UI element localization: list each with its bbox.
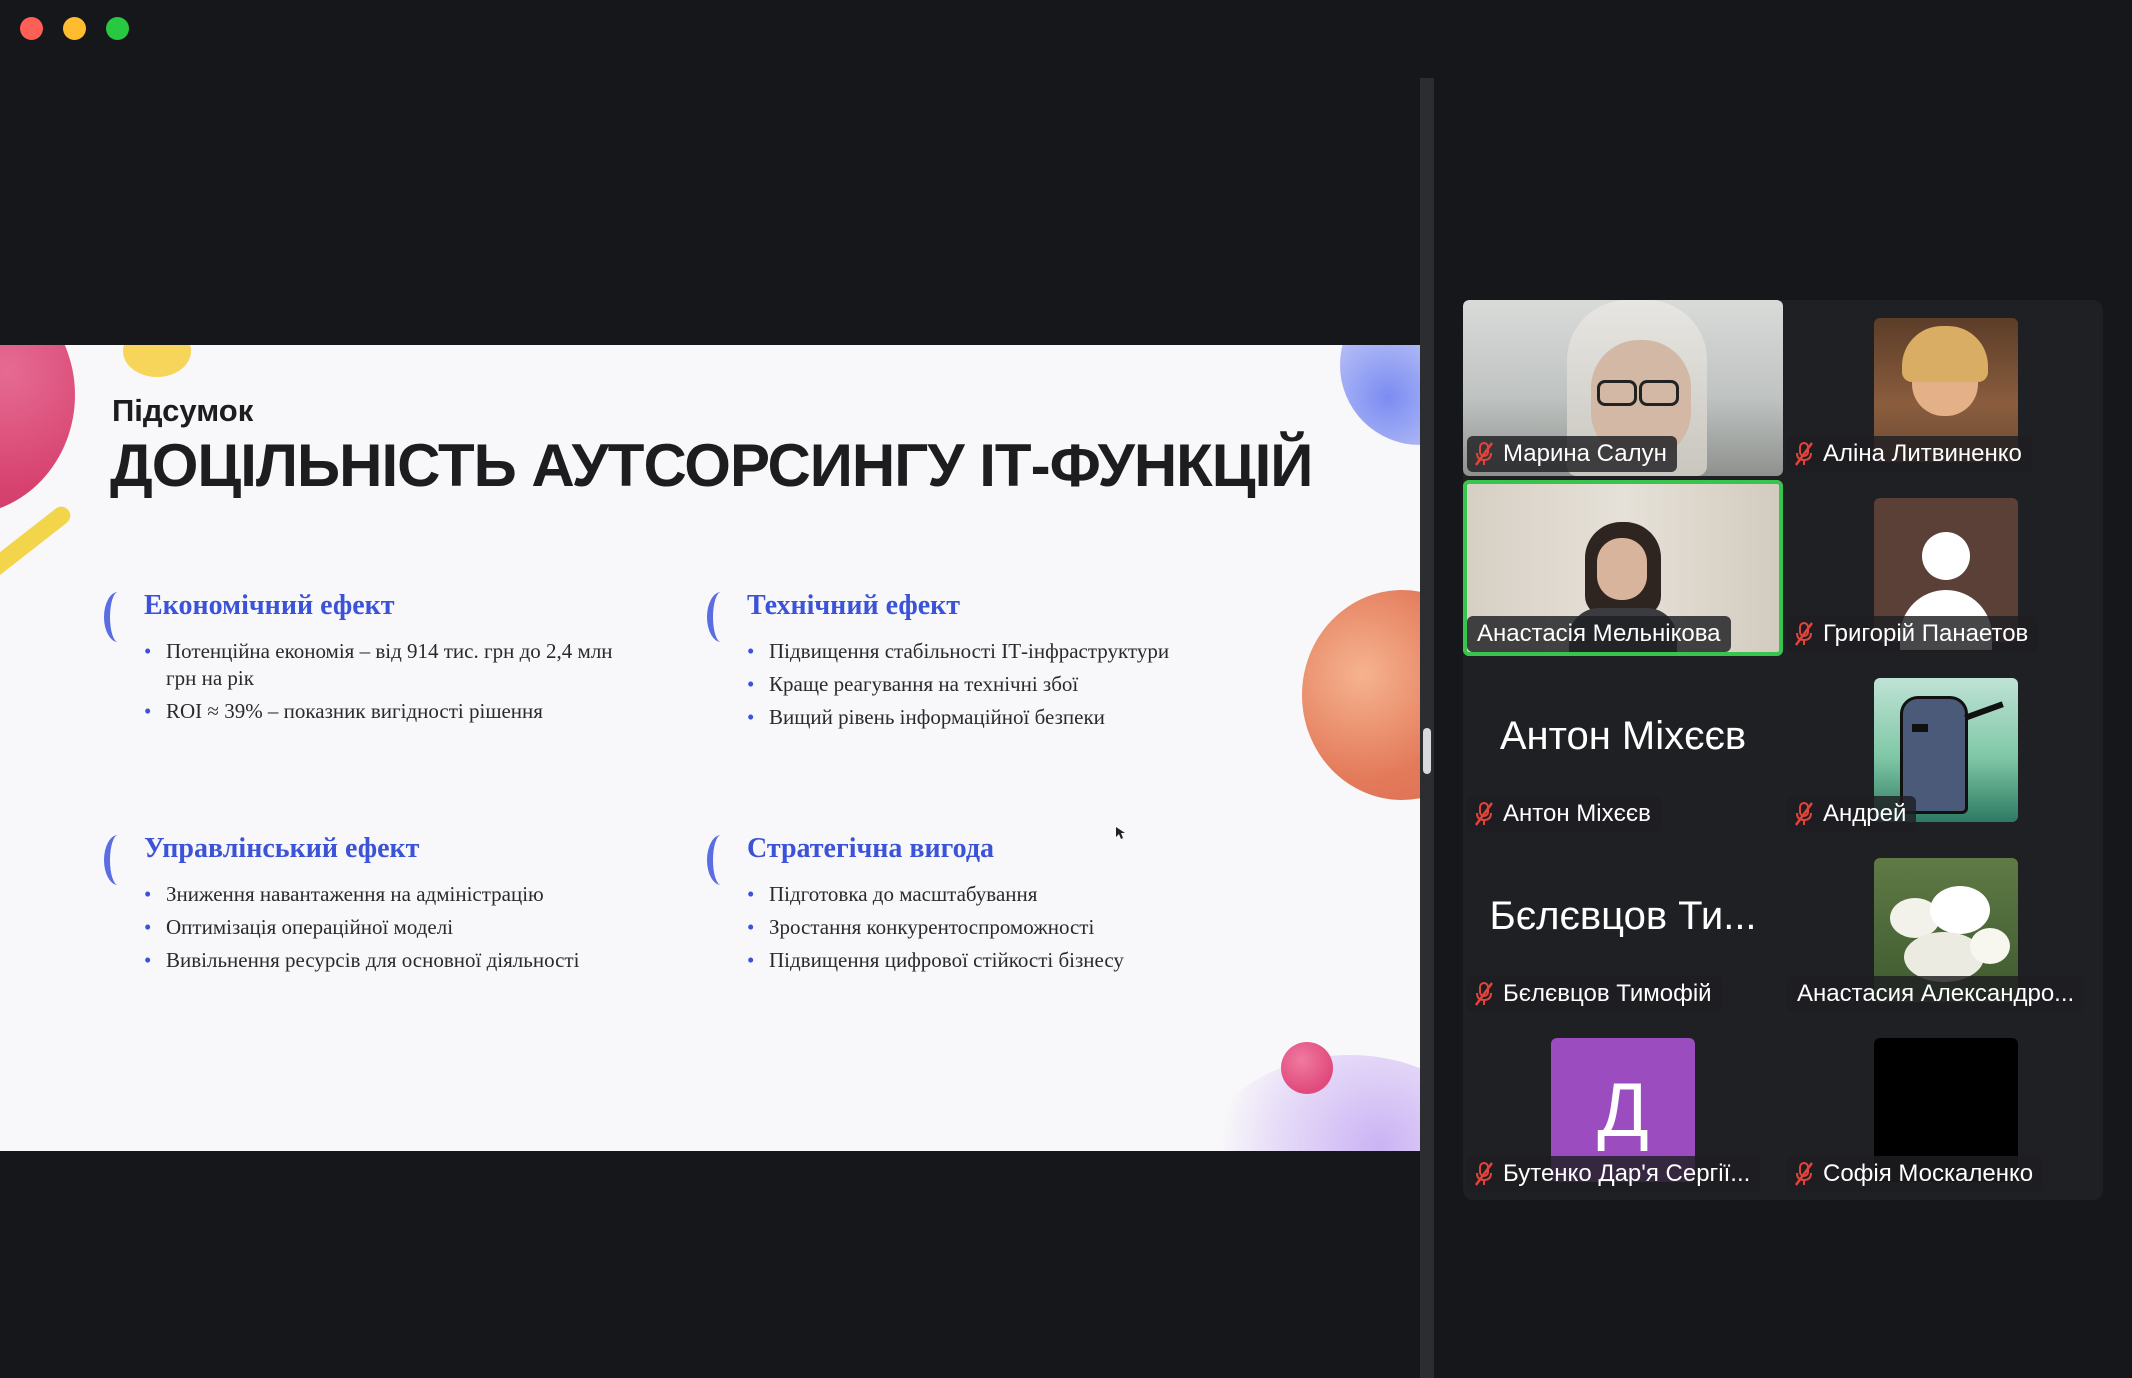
section-heading: Управлінський ефект (144, 833, 420, 864)
participant-name: Анастасія Мельнікова (1477, 620, 1721, 647)
list-item: Зростання конкурентоспроможності (747, 914, 1275, 941)
mouse-cursor-icon (1116, 827, 1125, 839)
close-window-button[interactable] (20, 17, 43, 40)
mic-off-icon (1793, 441, 1815, 467)
section-list: Зниження навантаження на адміністрацію О… (112, 881, 672, 974)
participant-name: Софія Москаленко (1823, 1160, 2034, 1187)
participant-name-tag: Марина Салун (1467, 436, 1677, 472)
slide-title: ДОЦІЛЬНІСТЬ АУТСОРСИНГУ ІТ-ФУНКЦІЙ (110, 432, 1313, 499)
mic-off-icon (1793, 621, 1815, 647)
bracket-icon (707, 835, 735, 885)
minimize-window-button[interactable] (63, 17, 86, 40)
decorative-shape (1340, 345, 1420, 445)
participant-name: Анастасия Александро... (1797, 980, 2075, 1007)
participant-name: Бєлєвцов Тимофій (1503, 980, 1712, 1007)
section-heading: Стратегічна вигода (747, 833, 995, 864)
shared-screen-slide: Підсумок ДОЦІЛЬНІСТЬ АУТСОРСИНГУ ІТ-ФУНК… (0, 345, 1420, 1151)
participant-big-label: Бєлєвцов Ти... (1489, 894, 1757, 938)
list-item: Вивільнення ресурсів для основної діяльн… (144, 947, 672, 974)
list-item: Краще реагування на технічні збої (747, 671, 1275, 698)
section-list: Підвищення стабільності ІТ-інфраструктур… (715, 638, 1275, 731)
participant-name-tag: Софія Москаленко (1787, 1156, 2044, 1192)
bracket-icon (104, 592, 132, 642)
list-item: Оптимізація операційної моделі (144, 914, 672, 941)
participant-tile-anton-mikheiev[interactable]: Антон Міхєєв Антон Міхєєв (1463, 660, 1783, 836)
list-item: Зниження навантаження на адміністрацію (144, 881, 672, 908)
meeting-window: Підсумок ДОЦІЛЬНІСТЬ АУТСОРСИНГУ ІТ-ФУНК… (0, 0, 2132, 1378)
section-economic: Економічний ефект Потенційна економія – … (104, 590, 672, 731)
panel-resize-handle[interactable] (1423, 728, 1431, 774)
list-item: Підвищення стабільності ІТ-інфраструктур… (747, 638, 1275, 665)
participant-name: Марина Салун (1503, 440, 1667, 467)
participant-tile-hryhorii-panaetov[interactable]: Григорій Панаетов (1783, 480, 2103, 656)
participant-name-tag: Анастасія Мельнікова (1467, 616, 1731, 652)
section-technical: Технічний ефект Підвищення стабільності … (707, 590, 1275, 737)
participant-name: Бутенко Дар'я Сергії... (1503, 1160, 1751, 1187)
window-controls (20, 17, 129, 40)
participant-gallery: Марина Салун Аліна Литвиненко Анастасія … (1463, 300, 2103, 1200)
section-list: Підготовка до масштабування Зростання ко… (715, 881, 1275, 974)
zoom-window-button[interactable] (106, 17, 129, 40)
bracket-icon (104, 835, 132, 885)
section-heading: Економічний ефект (144, 590, 395, 621)
decorative-shape (123, 345, 191, 377)
mic-off-icon (1473, 441, 1495, 467)
participant-name: Антон Міхєєв (1503, 800, 1651, 827)
section-list: Потенційна економія – від 914 тис. грн д… (112, 638, 672, 725)
mic-off-icon (1473, 1161, 1495, 1187)
section-management: Управлінський ефект Зниження навантаженн… (104, 833, 672, 980)
section-strategic: Стратегічна вигода Підготовка до масштаб… (707, 833, 1275, 980)
section-heading: Технічний ефект (747, 590, 961, 621)
participant-tile-bielievtsov-tymofii[interactable]: Бєлєвцов Ти... Бєлєвцов Тимофій (1463, 840, 1783, 1016)
decorative-shape (1281, 1042, 1333, 1094)
participant-tile-anastasiia-aleksandro[interactable]: Анастасия Александро... (1783, 840, 2103, 1016)
participant-tile-sofiia-moskalenko[interactable]: Софія Москаленко (1783, 1020, 2103, 1196)
participant-tile-alina-lytvynenko[interactable]: Аліна Литвиненко (1783, 300, 2103, 476)
bracket-icon (707, 592, 735, 642)
list-item: Підвищення цифрової стійкості бізнесу (747, 947, 1275, 974)
participant-name: Андрей (1823, 800, 1907, 827)
mic-off-icon (1473, 801, 1495, 827)
participant-name: Аліна Литвиненко (1823, 440, 2022, 467)
list-item: Підготовка до масштабування (747, 881, 1275, 908)
participant-big-label: Антон Міхєєв (1499, 714, 1747, 758)
participant-name-tag: Бутенко Дар'я Сергії... (1467, 1156, 1761, 1192)
decorative-shape (0, 345, 75, 515)
participant-tile-anastasiia-melnikova[interactable]: Анастасія Мельнікова (1463, 480, 1783, 656)
participant-name-tag: Бєлєвцов Тимофій (1467, 976, 1722, 1012)
decorative-shape (0, 503, 74, 585)
participant-name-tag: Анастасия Александро... (1787, 976, 2085, 1012)
participant-name-tag: Антон Міхєєв (1467, 796, 1661, 832)
participant-tile-maryna-salun[interactable]: Марина Салун (1463, 300, 1783, 476)
list-item: Вищий рівень інформаційної безпеки (747, 704, 1275, 731)
participant-name-tag: Андрей (1787, 796, 1917, 832)
participant-name: Григорій Панаетов (1823, 620, 2029, 647)
participant-tile-andrei[interactable]: Андрей (1783, 660, 2103, 836)
list-item: Потенційна економія – від 914 тис. грн д… (144, 638, 636, 692)
mic-off-icon (1793, 801, 1815, 827)
participant-tile-butenko-daria[interactable]: Д Бутенко Дар'я Сергії... (1463, 1020, 1783, 1196)
mic-off-icon (1793, 1161, 1815, 1187)
decorative-shape (1302, 590, 1420, 800)
mic-off-icon (1473, 981, 1495, 1007)
list-item: ROI ≈ 39% – показник вигідності рішення (144, 698, 672, 725)
participant-name-tag: Аліна Литвиненко (1787, 436, 2032, 472)
slide-subtitle: Підсумок (112, 393, 254, 428)
participant-name-tag: Григорій Панаетов (1787, 616, 2039, 652)
